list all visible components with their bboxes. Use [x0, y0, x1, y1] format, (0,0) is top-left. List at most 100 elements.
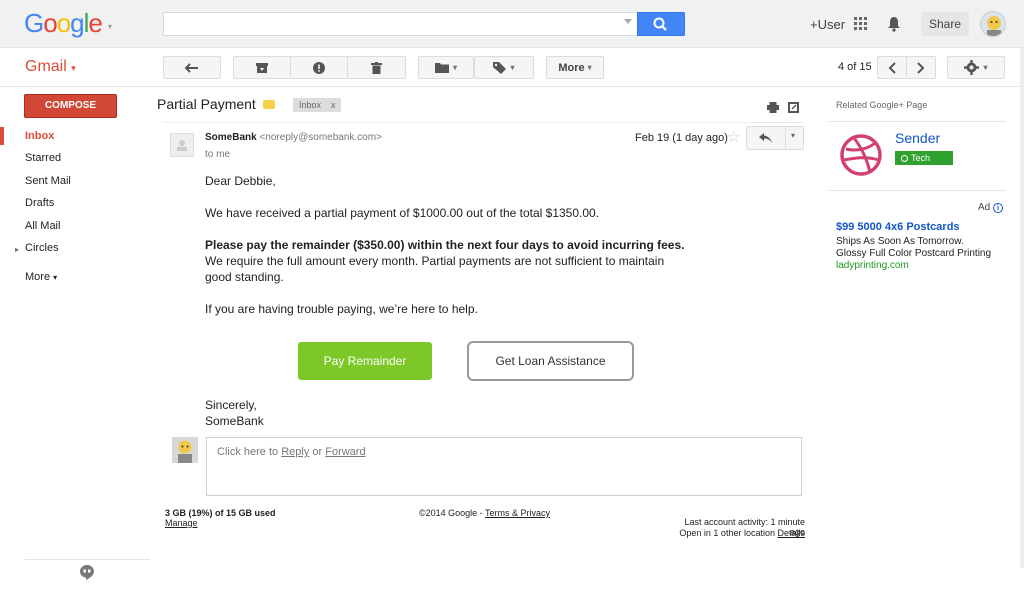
- reply-button[interactable]: ▾: [746, 126, 804, 150]
- info-icon[interactable]: i: [993, 203, 1004, 213]
- message-date: Feb 19 (1 day ago): [635, 132, 728, 144]
- inbox-label-chip: Inbox x: [293, 98, 341, 112]
- sidebar-item-circles[interactable]: Circles: [25, 242, 59, 254]
- gear-icon: [964, 60, 980, 75]
- related-page-label: Related Google+ Page: [836, 100, 928, 110]
- labels-button[interactable]: ▾: [474, 56, 534, 79]
- pay-remainder-button[interactable]: Pay Remainder: [298, 342, 432, 380]
- search-options-icon[interactable]: [624, 19, 632, 24]
- related-page-name[interactable]: Sender: [895, 130, 940, 146]
- reply-link[interactable]: Reply: [281, 446, 309, 458]
- divider: [785, 127, 786, 149]
- divider: [828, 121, 1006, 122]
- more-label: More: [558, 61, 585, 74]
- delete-button[interactable]: [347, 56, 406, 79]
- search-icon: [653, 17, 667, 31]
- newer-message-button[interactable]: [877, 56, 907, 79]
- top-bar: Google ▾ +User Share: [0, 0, 1024, 48]
- more-actions-button[interactable]: More ▾: [546, 56, 604, 79]
- sidebar-item-inbox[interactable]: Inbox: [25, 130, 54, 142]
- divider: [828, 190, 1006, 191]
- sender-avatar[interactable]: [170, 133, 194, 157]
- hangouts-icon[interactable]: [80, 565, 94, 585]
- greeting: Dear Debbie,: [205, 174, 276, 188]
- reply-arrow-icon: [759, 133, 772, 143]
- chevron-left-icon: [888, 61, 896, 74]
- notifications-bell-icon[interactable]: [887, 16, 901, 37]
- more-reply-options-icon[interactable]: ▾: [791, 131, 795, 140]
- message-pager: 4 of 15: [838, 61, 872, 73]
- signoff: Sincerely,: [205, 398, 257, 412]
- terms-link[interactable]: Terms & Privacy: [485, 508, 550, 518]
- move-to-button[interactable]: ▾: [418, 56, 474, 79]
- sender-name[interactable]: SomeBank: [205, 132, 257, 143]
- sidebar-item-more[interactable]: More ▾: [25, 271, 57, 283]
- print-icon[interactable]: [767, 100, 779, 118]
- manage-storage-link[interactable]: Manage: [165, 518, 198, 528]
- chevron-down-icon: ▾: [71, 63, 76, 73]
- share-button[interactable]: Share: [921, 12, 969, 36]
- back-to-inbox-button[interactable]: [163, 56, 221, 79]
- importance-marker-icon[interactable]: [263, 100, 275, 109]
- expand-arrow-icon[interactable]: ▸: [15, 245, 19, 254]
- label-tag-icon: [493, 61, 507, 74]
- search-button[interactable]: [637, 12, 685, 36]
- ad-text: Glossy Full Color Postcard Printing: [836, 248, 992, 259]
- body-paragraph: We require the full amount every month. …: [205, 254, 665, 268]
- chevron-down-icon: ▾: [983, 63, 988, 72]
- reply-or: or: [309, 446, 326, 458]
- copyright-text: ©2014 Google -: [419, 508, 486, 518]
- divider: [0, 86, 1024, 87]
- settings-button[interactable]: ▾: [947, 56, 1005, 79]
- reply-prompt: Click here to: [217, 446, 282, 458]
- follow-badge-label: Tech: [911, 153, 931, 163]
- sidebar-more-label: More: [25, 271, 51, 283]
- chevron-down-icon: ▾: [53, 273, 58, 282]
- recipient-line[interactable]: to me: [205, 149, 230, 160]
- older-message-button[interactable]: [906, 56, 936, 79]
- details-link[interactable]: Details: [777, 528, 805, 538]
- storage-usage: 3 GB (19%) of 15 GB used: [165, 508, 276, 518]
- logo-dropdown-icon[interactable]: ▾: [108, 22, 112, 31]
- follow-badge[interactable]: Tech: [895, 151, 953, 165]
- sidebar-item-sent-mail[interactable]: Sent Mail: [25, 175, 71, 187]
- trash-icon: [371, 61, 382, 74]
- report-spam-button[interactable]: [290, 56, 348, 79]
- selected-indicator: [0, 127, 4, 145]
- chevron-down-icon: ▾: [452, 63, 457, 72]
- ad-text: Ships As Soon As Tomorrow.: [836, 236, 964, 247]
- gmail-label: Gmail: [25, 58, 67, 75]
- get-loan-assistance-button[interactable]: Get Loan Assistance: [467, 341, 634, 381]
- compose-button[interactable]: COMPOSE: [24, 94, 117, 118]
- search-input[interactable]: [163, 12, 637, 36]
- ad-url[interactable]: ladyprinting.com: [836, 260, 909, 271]
- spam-icon: [313, 61, 325, 74]
- gmail-menu[interactable]: Gmail ▾: [25, 58, 76, 76]
- user-profile-link[interactable]: +User: [810, 17, 845, 32]
- apps-grid-icon[interactable]: [854, 17, 868, 36]
- back-arrow-icon: [185, 62, 198, 73]
- dribbble-logo-icon[interactable]: [840, 134, 882, 176]
- circle-icon: [901, 155, 908, 162]
- body-paragraph: We have received a partial payment of $1…: [205, 206, 600, 220]
- star-icon[interactable]: ☆: [727, 128, 740, 146]
- archive-button[interactable]: [233, 56, 291, 79]
- body-paragraph: If you are having trouble paying, we’re …: [205, 302, 478, 316]
- new-window-icon[interactable]: [788, 100, 799, 118]
- ad-title-link[interactable]: $99 5000 4x6 Postcards: [836, 221, 960, 233]
- forward-link[interactable]: Forward: [325, 446, 365, 458]
- google-logo[interactable]: Google: [24, 8, 103, 39]
- chevron-down-icon: ▾: [510, 63, 515, 72]
- divider: [163, 122, 803, 123]
- sidebar-item-drafts[interactable]: Drafts: [25, 197, 54, 209]
- account-avatar[interactable]: [980, 11, 1006, 37]
- quick-reply-box[interactable]: Click here to Reply or Forward: [206, 437, 802, 496]
- scrollbar[interactable]: [1020, 48, 1024, 568]
- divider: [25, 559, 150, 560]
- chevron-down-icon: ▾: [587, 63, 592, 72]
- sidebar-item-starred[interactable]: Starred: [25, 152, 61, 164]
- message-subject: Partial Payment: [157, 96, 256, 112]
- remove-label-icon[interactable]: x: [331, 98, 336, 112]
- sidebar-item-all-mail[interactable]: All Mail: [25, 220, 60, 232]
- body-paragraph-bold: Please pay the remainder ($350.00) withi…: [205, 238, 685, 252]
